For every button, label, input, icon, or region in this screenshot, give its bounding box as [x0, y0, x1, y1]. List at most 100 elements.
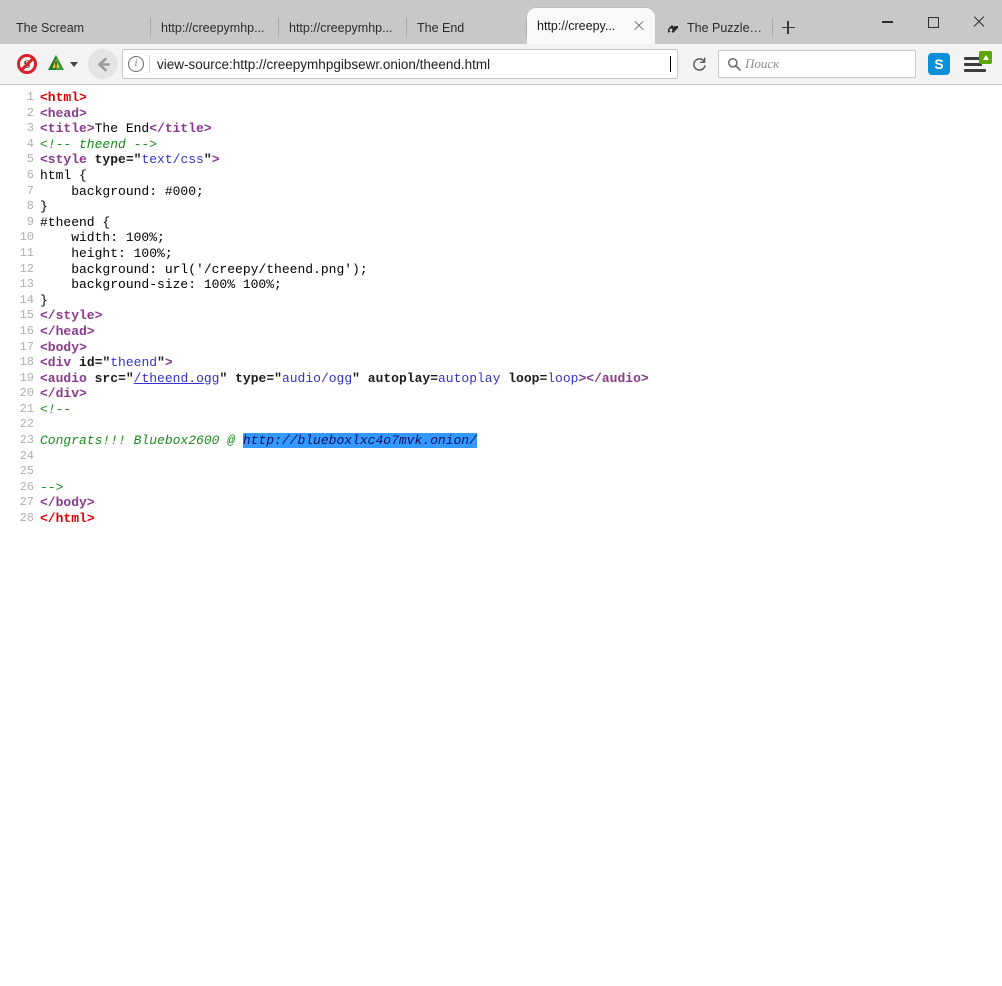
code-line: 11 height: 100%; [0, 246, 1002, 262]
code-line: 28</html> [0, 511, 1002, 527]
tag-token: </head> [40, 324, 95, 339]
attribute-token: type= [95, 152, 134, 167]
code-line: 20</div> [0, 386, 1002, 402]
minimize-button[interactable] [864, 7, 910, 37]
search-input-placeholder[interactable]: Поиск [745, 56, 779, 72]
line-number: 8 [0, 199, 40, 215]
reload-icon [691, 56, 708, 73]
line-content: height: 100%; [40, 246, 1002, 262]
line-content: <head> [40, 106, 1002, 122]
line-content: <title>The End</title> [40, 121, 1002, 137]
code-line: 10 width: 100%; [0, 230, 1002, 246]
new-tab-button[interactable] [773, 11, 803, 44]
tab-title: The Scream [16, 21, 84, 35]
code-line: 5<style type="text/css"> [0, 152, 1002, 168]
skype-icon[interactable]: S [928, 53, 950, 75]
line-content: <html> [40, 90, 1002, 106]
close-button[interactable] [956, 7, 1002, 37]
info-circle-icon: i [128, 56, 144, 72]
browser-window: The Scream http://creepymhp... http://cree… [0, 0, 1002, 986]
selected-url-text[interactable]: http://blueboxlxc4o7mvk.onion/ [243, 433, 477, 448]
line-number: 18 [0, 355, 40, 371]
tag-token: <html> [40, 90, 87, 105]
browser-tab[interactable]: The Puzzle Ma... [655, 11, 773, 44]
line-number: 2 [0, 106, 40, 122]
navigation-toolbar: S i view-source:http:/ [0, 44, 1002, 85]
line-content: } [40, 293, 1002, 309]
text-token [71, 355, 79, 370]
view-source-content[interactable]: 1<html>2<head>3<title>The End</title>4<!… [0, 85, 1002, 986]
close-icon [972, 15, 986, 29]
line-content: background: #000; [40, 184, 1002, 200]
line-content: <audio src="/theend.ogg" type="audio/ogg… [40, 371, 1002, 387]
line-content: background: url('/creepy/theend.png'); [40, 262, 1002, 278]
line-number: 10 [0, 230, 40, 246]
value-token: audio/ogg [282, 371, 352, 386]
line-content [40, 417, 1002, 433]
tag-token: <body> [40, 340, 87, 355]
text-token: background: url('/creepy/theend.png'); [40, 262, 368, 277]
line-content: </head> [40, 324, 1002, 340]
code-listing: 1<html>2<head>3<title>The End</title>4<!… [0, 90, 1002, 527]
line-number: 14 [0, 293, 40, 309]
menu-bar-3 [964, 69, 986, 72]
source-link[interactable]: /theend.ogg [134, 371, 220, 386]
back-button[interactable] [88, 49, 118, 79]
tab-title: http://creepy... [537, 19, 615, 33]
line-number: 28 [0, 511, 40, 527]
text-caret [670, 56, 671, 72]
reload-button[interactable] [684, 50, 714, 78]
line-content: <!-- [40, 402, 1002, 418]
search-bar[interactable]: Поиск [718, 50, 916, 78]
attribute-token: type= [235, 371, 274, 386]
text-token [227, 371, 235, 386]
line-number: 20 [0, 386, 40, 402]
tab-close-icon[interactable] [631, 18, 647, 34]
line-number: 21 [0, 402, 40, 418]
puzzle-piece-icon [665, 20, 681, 36]
text-token: } [40, 199, 48, 214]
url-bar[interactable]: i view-source:http://creepymhpgibsewr.on… [122, 49, 678, 79]
url-input[interactable]: view-source:http://creepymhpgibsewr.onio… [157, 57, 670, 72]
browser-tab[interactable]: http://creepy... [527, 8, 655, 44]
line-content: html { [40, 168, 1002, 184]
code-line: 14} [0, 293, 1002, 309]
line-content: } [40, 199, 1002, 215]
line-content: width: 100%; [40, 230, 1002, 246]
tab-title: The Puzzle Ma... [687, 21, 763, 35]
line-number: 19 [0, 371, 40, 387]
code-line: 18<div id="theend"> [0, 355, 1002, 371]
noscript-icon[interactable]: S [16, 53, 38, 75]
chevron-down-icon[interactable] [70, 62, 78, 67]
addon-glyph [44, 53, 68, 75]
tag-token: <style [40, 152, 87, 167]
attribute-token: loop= [508, 371, 547, 386]
attribute-token: " [274, 371, 282, 386]
tab-title: http://creepymhp... [161, 21, 265, 35]
browser-tab[interactable]: The End [407, 11, 527, 44]
attribute-token: " [352, 371, 360, 386]
update-badge-icon [979, 51, 992, 64]
attribute-token: " [126, 371, 134, 386]
tab-strip: The Scream http://creepymhp... http://cree… [0, 0, 1002, 44]
comment-token: <!-- [40, 402, 71, 417]
browser-tab[interactable]: http://creepymhp... [279, 11, 407, 44]
code-line: 27</body> [0, 495, 1002, 511]
addon-icon[interactable] [44, 53, 68, 75]
tab-title: The End [417, 21, 464, 35]
code-line: 21<!-- [0, 402, 1002, 418]
line-number: 17 [0, 340, 40, 356]
identity-button[interactable]: i [123, 56, 149, 72]
code-line: 24 [0, 449, 1002, 465]
hamburger-menu-icon[interactable] [964, 53, 990, 75]
line-content: </div> [40, 386, 1002, 402]
text-token: The End [95, 121, 150, 136]
line-number: 15 [0, 308, 40, 324]
line-content: Congrats!!! Bluebox2600 @ http://bluebox… [40, 433, 1002, 449]
maximize-button[interactable] [910, 7, 956, 37]
minimize-icon [882, 21, 893, 22]
browser-tab[interactable]: The Scream [6, 11, 151, 44]
browser-tab[interactable]: http://creepymhp... [151, 11, 279, 44]
tag-token: <title> [40, 121, 95, 136]
value-token: text/css [141, 152, 203, 167]
